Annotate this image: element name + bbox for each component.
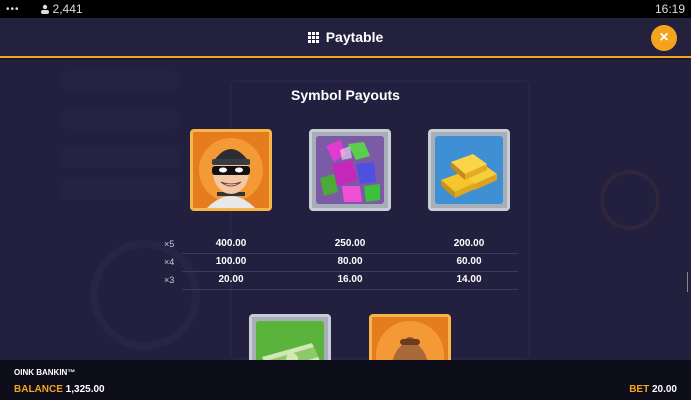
row-divider: [182, 271, 518, 272]
user-icon: [40, 4, 49, 14]
status-bar: ••• 2,441 16:19: [0, 0, 691, 18]
bet-display[interactable]: BET 20.00: [629, 384, 677, 395]
money-bag-icon: [369, 314, 451, 360]
gems-icon: [309, 129, 391, 211]
background-jackpot-4: [60, 178, 180, 200]
multiplier-label: ×4: [164, 257, 175, 267]
payout-value: 100.00: [215, 256, 247, 267]
paytable-content[interactable]: Symbol Payouts ×5 ×4 ×3 400.00 100.00 20…: [0, 60, 691, 360]
row-divider: [182, 289, 518, 290]
clock: 16:19: [654, 2, 685, 16]
bet-label: BET: [629, 384, 650, 395]
balance-display: BALANCE 1,325.00: [14, 384, 105, 395]
payout-value: 16.00: [337, 274, 363, 285]
row-divider: [182, 253, 518, 254]
background-jackpot-3: [60, 146, 180, 168]
multiplier-label: ×3: [164, 275, 175, 285]
bottom-bar: OINK BANKIN™ BALANCE 1,325.00 BET 20.00: [0, 360, 691, 400]
payout-value: 400.00: [215, 238, 247, 249]
background-jackpot-2: [60, 108, 180, 130]
menu-dots-icon[interactable]: •••: [6, 4, 20, 15]
balance-value: 1,325.00: [65, 384, 105, 395]
balance-label: BALANCE: [14, 384, 63, 395]
paytable-header: Paytable ×: [0, 18, 691, 58]
payout-value: 14.00: [456, 274, 482, 285]
online-users: 2,441: [40, 2, 83, 16]
grid-menu-icon: [307, 31, 319, 43]
close-button[interactable]: ×: [651, 25, 677, 51]
robber-icon: [190, 129, 272, 211]
game-name: OINK BANKIN™: [14, 368, 76, 377]
scroll-handle[interactable]: [687, 272, 691, 292]
bet-value: 20.00: [651, 384, 677, 395]
gold-bars-icon: [428, 129, 510, 211]
payout-value: 200.00: [453, 238, 485, 249]
user-count: 2,441: [52, 2, 83, 16]
background-spin-button: [600, 170, 660, 230]
multiplier-label: ×5: [164, 239, 175, 249]
section-title: Symbol Payouts: [291, 87, 400, 103]
cash-stack-icon: [249, 314, 331, 360]
payout-value: 60.00: [456, 256, 482, 267]
payout-value: 20.00: [218, 274, 244, 285]
payout-value: 80.00: [337, 256, 363, 267]
page-title: Paytable: [325, 29, 384, 45]
payout-value: 250.00: [334, 238, 366, 249]
